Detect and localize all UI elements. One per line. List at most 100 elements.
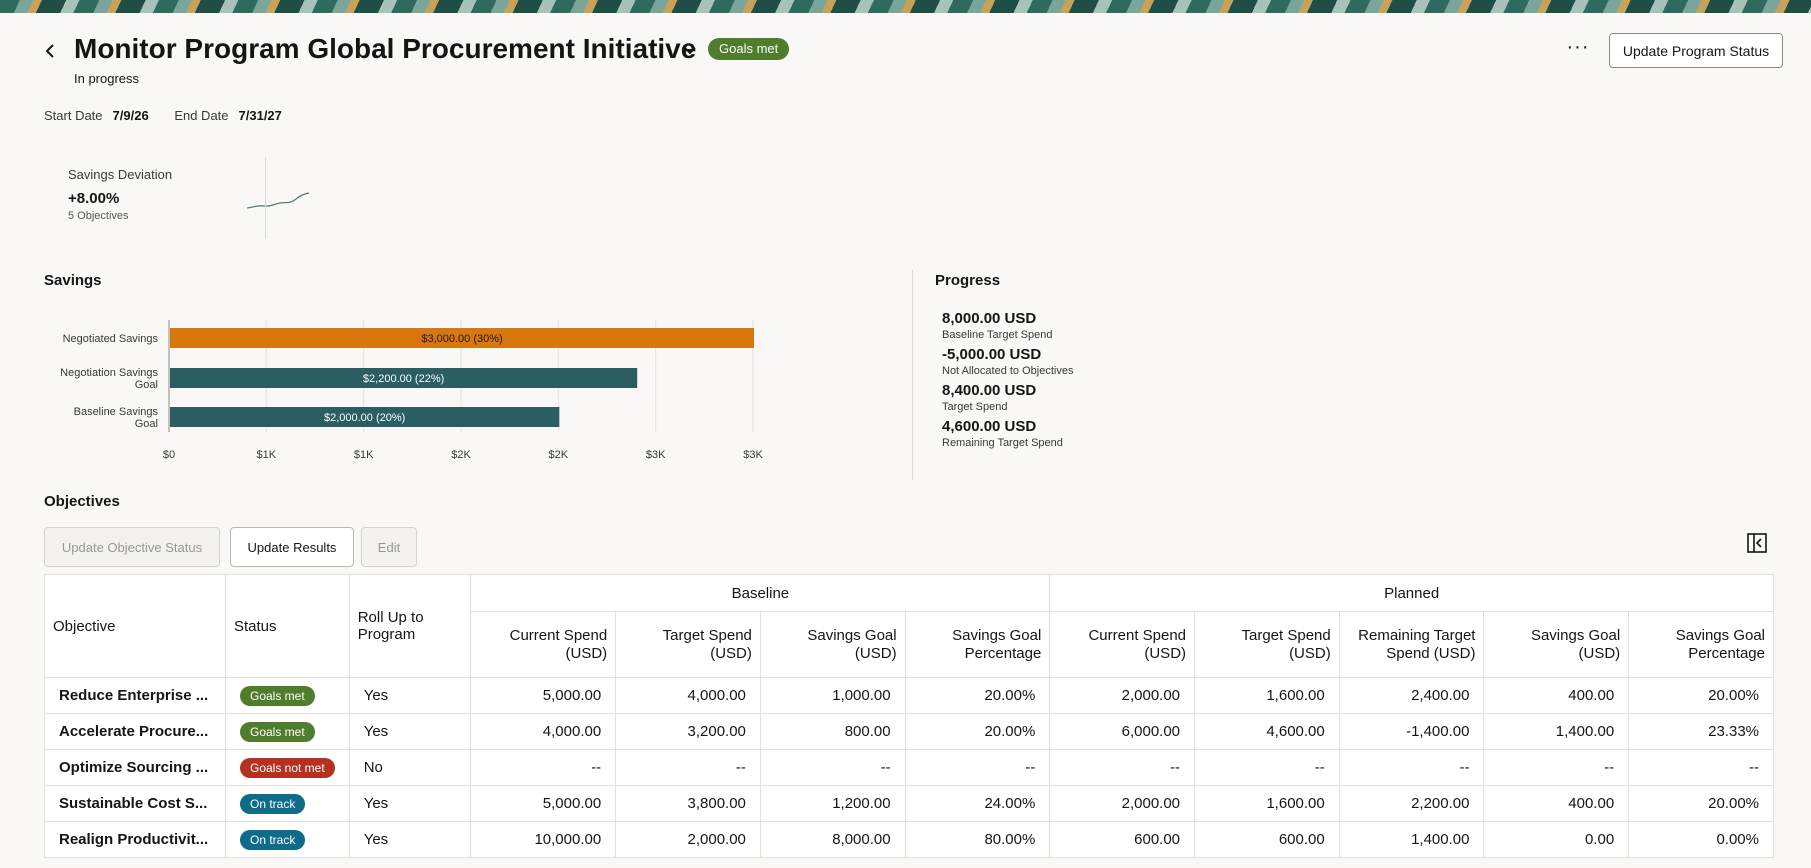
progress-section-title: Progress xyxy=(935,272,1001,289)
baseline-current-spend-cell: 5,000.00 xyxy=(470,677,617,714)
col-objective[interactable]: Objective xyxy=(44,574,226,678)
end-date-value: 7/31/27 xyxy=(238,108,282,123)
x-tick-label: $1K xyxy=(354,449,374,461)
baseline-savings-goal-cell: 1,000.00 xyxy=(759,677,906,714)
sparkline xyxy=(246,192,310,209)
progress-label: Baseline Target Spend xyxy=(942,329,1053,341)
category-label: Negotiated Savings xyxy=(63,333,159,345)
table-row[interactable]: Realign Productivit... On track Yes 10,000.… xyxy=(44,821,1774,858)
savings-chart-svg: $0 $1K $1K $2K $2K $3K $3K Negotiated Savings $3… xyxy=(60,320,763,461)
rollup-cell: Yes xyxy=(348,713,472,750)
rollup-cell: No xyxy=(348,749,472,786)
table-row[interactable]: Accelerate Procure... Goals met Yes 4,000.0… xyxy=(44,713,1774,750)
objective-name-link[interactable]: Optimize Sourcing ... xyxy=(44,749,226,786)
back-button[interactable] xyxy=(38,37,62,65)
chevron-down-icon xyxy=(684,47,696,55)
planned-savings-goal-cell: 400.00 xyxy=(1483,785,1630,822)
baseline-target-spend-cell: 4,000.00 xyxy=(615,677,761,714)
chevron-left-icon xyxy=(45,44,54,58)
planned-savings-goal-cell: -- xyxy=(1483,749,1630,786)
status-badge: On track xyxy=(239,829,306,850)
x-tick-label: $0 xyxy=(163,449,175,461)
progress-value: -5,000.00 USD xyxy=(942,346,1042,363)
col-planned-savings-goal[interactable]: Savings Goal (USD) xyxy=(1483,611,1630,678)
status-cell: On track xyxy=(224,785,350,822)
col-baseline-savings-goal[interactable]: Savings Goal (USD) xyxy=(759,611,906,678)
kpi-divider xyxy=(265,157,266,239)
planned-current-spend-cell: 600.00 xyxy=(1049,821,1196,858)
progress-item: 8,400.00 USD Target Spend xyxy=(942,382,1073,414)
objectives-table: Objective Status Roll Up to Program Base… xyxy=(44,574,1774,858)
col-status[interactable]: Status xyxy=(224,574,350,678)
planned-target-spend-cell: 1,600.00 xyxy=(1194,677,1340,714)
col-planned-savings-goal-pct[interactable]: Savings Goal Percentage xyxy=(1628,611,1774,678)
planned-target-spend-cell: 4,600.00 xyxy=(1194,713,1340,750)
planned-target-spend-cell: -- xyxy=(1194,749,1340,786)
panel-toggle-button[interactable] xyxy=(1746,532,1768,554)
baseline-current-spend-cell: -- xyxy=(470,749,617,786)
col-baseline-savings-goal-pct[interactable]: Savings Goal Percentage xyxy=(904,611,1051,678)
progress-label: Remaining Target Spend xyxy=(942,437,1063,449)
progress-list: 8,000.00 USD Baseline Target Spend -5,00… xyxy=(942,310,1073,454)
baseline-current-spend-cell: 4,000.00 xyxy=(470,713,617,750)
planned-current-spend-cell: 6,000.00 xyxy=(1049,713,1196,750)
objective-name-link[interactable]: Accelerate Procure... xyxy=(44,713,226,750)
kpi-value: +8.00% xyxy=(68,190,120,207)
col-baseline-current-spend[interactable]: Current Spend (USD) xyxy=(470,611,617,678)
more-actions-button[interactable]: ··· xyxy=(1558,37,1598,63)
status-badge: Goals met xyxy=(239,721,315,742)
x-tick-label: $2K xyxy=(451,449,471,461)
objective-name-link[interactable]: Reduce Enterprise ... xyxy=(44,677,226,714)
rollup-cell: Yes xyxy=(348,785,472,822)
update-objective-status-button[interactable]: Update Objective Status xyxy=(44,527,220,567)
table-row[interactable]: Reduce Enterprise ... Goals met Yes 5,000.0… xyxy=(44,677,1774,714)
rollup-cell: Yes xyxy=(348,821,472,858)
baseline-target-spend-cell: 3,200.00 xyxy=(615,713,761,750)
progress-item: 8,000.00 USD Baseline Target Spend xyxy=(942,310,1073,342)
planned-remaining-target-spend-cell: 1,400.00 xyxy=(1338,821,1485,858)
edit-button[interactable]: Edit xyxy=(361,527,417,567)
col-rollup[interactable]: Roll Up to Program xyxy=(348,574,472,678)
status-badge: Goals not met xyxy=(239,757,335,778)
more-icon: ··· xyxy=(1566,36,1590,58)
start-date-value: 7/9/26 xyxy=(112,108,149,123)
update-program-status-button[interactable]: Update Program Status xyxy=(1609,33,1783,68)
panel-toggle-icon xyxy=(1747,533,1767,553)
planned-savings-goal-pct-cell: 0.00% xyxy=(1628,821,1774,858)
baseline-target-spend-cell: 3,800.00 xyxy=(615,785,761,822)
x-tick-label: $1K xyxy=(257,449,277,461)
update-results-button[interactable]: Update Results xyxy=(230,527,354,567)
start-date-label: Start Date xyxy=(44,108,103,123)
progress-label: Target Spend xyxy=(942,401,1008,413)
title-menu-button[interactable] xyxy=(680,41,700,61)
baseline-savings-goal-cell: 800.00 xyxy=(759,713,906,750)
program-dates: Start Date 7/9/26 End Date 7/31/27 xyxy=(44,108,304,123)
status-cell: Goals met xyxy=(224,713,350,750)
progress-value: 4,600.00 USD xyxy=(942,418,1037,435)
group-baseline: Baseline xyxy=(470,574,1051,612)
col-baseline-target-spend[interactable]: Target Spend (USD) xyxy=(615,611,761,678)
group-planned: Planned xyxy=(1049,574,1774,612)
program-state: In progress xyxy=(74,71,140,86)
planned-savings-goal-cell: 0.00 xyxy=(1483,821,1630,858)
objective-name-link[interactable]: Sustainable Cost S... xyxy=(44,785,226,822)
col-planned-remaining-target-spend[interactable]: Remaining Target Spend (USD) xyxy=(1338,611,1485,678)
col-planned-target-spend[interactable]: Target Spend (USD) xyxy=(1194,611,1340,678)
status-badge: Goals met xyxy=(239,685,315,706)
category-label: Negotiation Savings Goal xyxy=(60,367,158,391)
status-cell: Goals not met xyxy=(224,749,350,786)
planned-current-spend-cell: -- xyxy=(1049,749,1196,786)
baseline-savings-goal-pct-cell: -- xyxy=(904,749,1051,786)
baseline-current-spend-cell: 5,000.00 xyxy=(470,785,617,822)
table-row[interactable]: Optimize Sourcing ... Goals not met No -- --… xyxy=(44,749,1774,786)
baseline-target-spend-cell: 2,000.00 xyxy=(615,821,761,858)
savings-deviation-card[interactable]: Savings Deviation +8.00% 5 Objectives xyxy=(68,167,310,222)
planned-savings-goal-pct-cell: 23.33% xyxy=(1628,713,1774,750)
baseline-savings-goal-pct-cell: 20.00% xyxy=(904,713,1051,750)
kpi-subtitle: 5 Objectives xyxy=(68,210,129,222)
col-planned-current-spend[interactable]: Current Spend (USD) xyxy=(1049,611,1196,678)
planned-target-spend-cell: 1,600.00 xyxy=(1194,785,1340,822)
table-row[interactable]: Sustainable Cost S... On track Yes 5,000.00… xyxy=(44,785,1774,822)
program-status-badge: Goals met xyxy=(708,38,790,60)
objective-name-link[interactable]: Realign Productivit... xyxy=(44,821,226,858)
